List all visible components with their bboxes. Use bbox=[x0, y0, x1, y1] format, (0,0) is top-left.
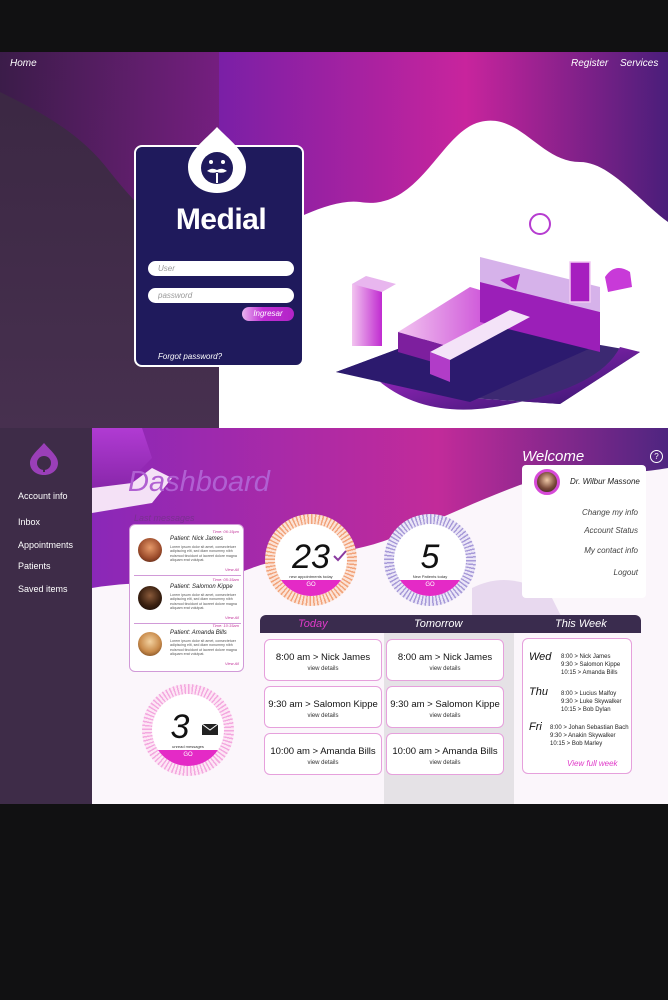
appointment-text: 10:00 am > Amanda Bills bbox=[392, 746, 498, 757]
week-entry: 10:15 > Amanda Bills bbox=[561, 670, 618, 676]
view-all-link[interactable]: View All bbox=[225, 567, 239, 572]
doctor-name: Dr. Wilbur Massone bbox=[570, 477, 640, 486]
new-patients-stat: 5 New Patients today GO bbox=[384, 514, 476, 606]
week-entry: 9:30 > Salomon Kippe bbox=[561, 662, 621, 668]
unread-messages-stat: 3 unread messages GO bbox=[142, 684, 234, 776]
forgot-password-link[interactable]: Forgot password? bbox=[158, 352, 222, 361]
week-entry: 10:15 > Bob Dylan bbox=[561, 707, 611, 713]
appointment-text: 10:00 am > Amanda Bills bbox=[270, 746, 376, 757]
nav-register-link[interactable]: Register bbox=[571, 58, 608, 69]
profile-panel: Dr. Wilbur Massone Change my info Accoun… bbox=[522, 465, 646, 598]
tab-tomorrow[interactable]: Tomorrow bbox=[414, 618, 463, 630]
appointment-card[interactable]: 10:00 am > Amanda Bills view details bbox=[386, 733, 504, 775]
nav-services-link[interactable]: Services bbox=[620, 58, 658, 69]
week-entry: 10:15 > Bob Marley bbox=[550, 741, 603, 747]
message-time: Time: 05:15am bbox=[212, 577, 239, 582]
message-time: Time: 06:15pm bbox=[212, 529, 239, 534]
account-status-link[interactable]: Account Status bbox=[584, 526, 638, 535]
message-item[interactable]: Time: 05:15am Patient: Salomon Kippe Lor… bbox=[134, 577, 241, 624]
brand-name: Medial bbox=[175, 203, 267, 236]
logout-link[interactable]: Logout bbox=[614, 568, 638, 577]
message-preview: Lorem ipsum dolor sit amet, consectetuer… bbox=[170, 545, 237, 563]
view-details-link[interactable]: view details bbox=[265, 713, 381, 719]
sidebar-item-patients[interactable]: Patients bbox=[18, 561, 51, 571]
login-background-art bbox=[0, 52, 668, 410]
sidebar-logo-icon bbox=[30, 443, 58, 475]
stat-caption: unread messages bbox=[172, 744, 204, 749]
message-time: Time: 10:15am bbox=[212, 623, 239, 628]
week-entry: 8:00 > Johan Sebastian Bach bbox=[550, 725, 629, 731]
patient-avatar bbox=[138, 632, 162, 656]
view-details-link[interactable]: view details bbox=[387, 713, 503, 719]
view-full-week-link[interactable]: View full week bbox=[567, 759, 618, 768]
login-submit-button[interactable]: Ingresar bbox=[242, 307, 294, 321]
view-all-link[interactable]: View All bbox=[225, 615, 239, 620]
patients-go-button[interactable]: GO bbox=[394, 580, 466, 596]
stat-caption: New Patients today bbox=[412, 574, 448, 579]
sidebar-item-appointments[interactable]: Appointments bbox=[18, 540, 73, 550]
sidebar-item-inbox[interactable]: Inbox bbox=[18, 517, 40, 527]
message-patient: Patient: Salomon Kippe bbox=[170, 584, 233, 590]
appointment-text: 8:00 am > Nick James bbox=[397, 652, 493, 663]
appointment-card[interactable]: 9:30 am > Salomon Kippe view details bbox=[386, 686, 504, 728]
username-input[interactable] bbox=[148, 261, 294, 276]
divider bbox=[134, 575, 241, 576]
week-day: Fri bbox=[529, 721, 542, 733]
message-patient: Patient: Amanda Bills bbox=[170, 630, 227, 636]
page-title: Dashboard bbox=[128, 466, 270, 498]
avatar[interactable] bbox=[534, 469, 560, 495]
appointment-text: 8:00 am > Nick James bbox=[275, 652, 371, 663]
schedule-header: Today Tomorrow This Week bbox=[260, 615, 641, 633]
sidebar: Account info Inbox Appointments Patients… bbox=[0, 428, 92, 804]
stat-caption: new appointments today bbox=[289, 574, 333, 579]
message-item[interactable]: Time: 10:15am Patient: Amanda Bills Lore… bbox=[134, 623, 241, 669]
messages-panel: Time: 06:15pm Patient: Nick James Lorem … bbox=[129, 524, 244, 672]
new-appointments-stat: 23 new appointments today GO bbox=[265, 514, 357, 606]
messages-go-button[interactable]: GO bbox=[152, 750, 224, 766]
message-patient: Patient: Nick James bbox=[170, 536, 224, 542]
appointment-card[interactable]: 9:30 am > Salomon Kippe view details bbox=[264, 686, 382, 728]
welcome-label: Welcome bbox=[522, 448, 585, 465]
patient-avatar bbox=[138, 586, 162, 610]
stat-inner: 5 New Patients today GO bbox=[394, 524, 466, 596]
login-screen: Home Register Services Medial Ingresar F… bbox=[0, 52, 668, 428]
week-entry: 9:30 > Luke Skywalker bbox=[561, 699, 622, 705]
appointment-text: 9:30 am > Salomon Kippe bbox=[268, 699, 378, 710]
week-day: Wed bbox=[529, 651, 552, 663]
week-day: Thu bbox=[529, 686, 548, 698]
messages-title: Last messages bbox=[134, 513, 195, 523]
dashboard-screen: Account info Inbox Appointments Patients… bbox=[0, 428, 668, 804]
appointment-card[interactable]: 8:00 am > Nick James view details bbox=[386, 639, 504, 681]
week-panel: Wed 8:00 > Nick James 9:30 > Salomon Kip… bbox=[522, 638, 632, 774]
appointments-go-button[interactable]: GO bbox=[275, 580, 347, 596]
contact-info-link[interactable]: My contact info bbox=[584, 546, 638, 555]
message-preview: Lorem ipsum dolor sit amet, consectetuer… bbox=[170, 593, 237, 611]
nav-home-link[interactable]: Home bbox=[10, 58, 37, 69]
view-details-link[interactable]: view details bbox=[265, 760, 381, 766]
envelope-icon bbox=[202, 724, 218, 735]
check-icon bbox=[333, 550, 347, 562]
message-item[interactable]: Time: 06:15pm Patient: Nick James Lorem … bbox=[134, 529, 241, 576]
sidebar-item-saved-items[interactable]: Saved items bbox=[18, 584, 68, 594]
view-details-link[interactable]: view details bbox=[387, 760, 503, 766]
password-input[interactable] bbox=[148, 288, 294, 303]
message-preview: Lorem ipsum dolor sit amet, consectetuer… bbox=[170, 639, 237, 657]
brand-logo-icon bbox=[188, 127, 246, 193]
view-all-link[interactable]: View All bbox=[225, 661, 239, 666]
patient-avatar bbox=[138, 538, 162, 562]
week-entry: 9:30 > Anakin Skywalker bbox=[550, 733, 616, 739]
view-details-link[interactable]: view details bbox=[387, 666, 503, 672]
sidebar-item-account-info[interactable]: Account info bbox=[18, 491, 68, 501]
appointment-text: 9:30 am > Salomon Kippe bbox=[390, 699, 500, 710]
tab-this-week[interactable]: This Week bbox=[555, 618, 607, 630]
view-details-link[interactable]: view details bbox=[265, 666, 381, 672]
week-entry: 8:00 > Lucius Malfoy bbox=[561, 691, 617, 697]
tab-today[interactable]: Today bbox=[298, 618, 328, 630]
appointment-card[interactable]: 8:00 am > Nick James view details bbox=[264, 639, 382, 681]
appointment-card[interactable]: 10:00 am > Amanda Bills view details bbox=[264, 733, 382, 775]
week-entry: 8:00 > Nick James bbox=[561, 654, 611, 660]
stat-value: 5 bbox=[420, 538, 440, 576]
change-info-link[interactable]: Change my info bbox=[582, 508, 638, 517]
help-icon[interactable]: ? bbox=[650, 450, 663, 463]
